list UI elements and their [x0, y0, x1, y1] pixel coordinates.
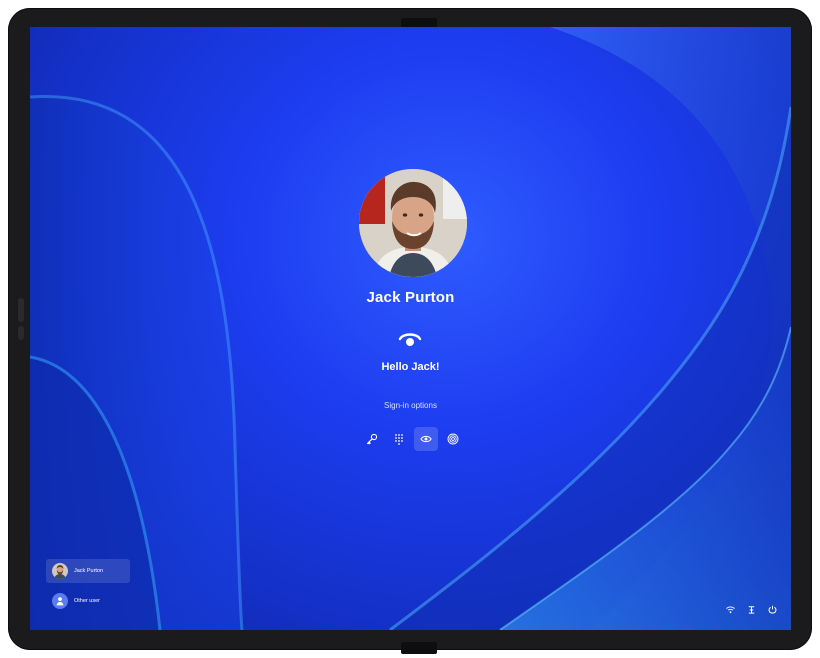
user-switcher-item[interactable]: Jack Purton: [46, 559, 130, 583]
sign-in-fingerprint-button[interactable]: [441, 427, 465, 451]
pin-keypad-icon: [395, 434, 403, 445]
side-button: [18, 298, 24, 322]
user-switcher-label: Other user: [74, 598, 100, 604]
fingerprint-icon: [447, 433, 459, 445]
user-name: Jack Purton: [366, 289, 455, 306]
accessibility-icon[interactable]: [747, 605, 756, 614]
user-avatar: [359, 169, 467, 277]
face-recognition-icon: [420, 435, 432, 443]
person-icon: [52, 593, 68, 609]
power-icon[interactable]: [768, 605, 777, 614]
lock-screen: Jack Purton Hello Jack! Sign-in options: [30, 27, 791, 630]
side-button: [18, 326, 24, 340]
sign-in-pin-button[interactable]: [387, 427, 411, 451]
user-switcher-item[interactable]: Other user: [46, 589, 130, 613]
user-switcher-avatar: [52, 563, 68, 579]
key-icon: [366, 433, 378, 445]
user-switcher-label: Jack Purton: [74, 568, 104, 574]
sign-in-methods: [358, 427, 468, 453]
sign-in-options-link[interactable]: Sign-in options: [30, 401, 791, 410]
face-recognition-status-icon: [398, 333, 422, 346]
wifi-icon[interactable]: [726, 605, 735, 614]
hinge-bottom: [401, 642, 437, 654]
sign-in-password-button[interactable]: [360, 427, 384, 451]
greeting-text: Hello Jack!: [381, 361, 440, 373]
sign-in-face-button[interactable]: [414, 427, 438, 451]
system-tray: [726, 605, 777, 614]
user-switcher: Jack Purton Other user: [46, 559, 130, 619]
